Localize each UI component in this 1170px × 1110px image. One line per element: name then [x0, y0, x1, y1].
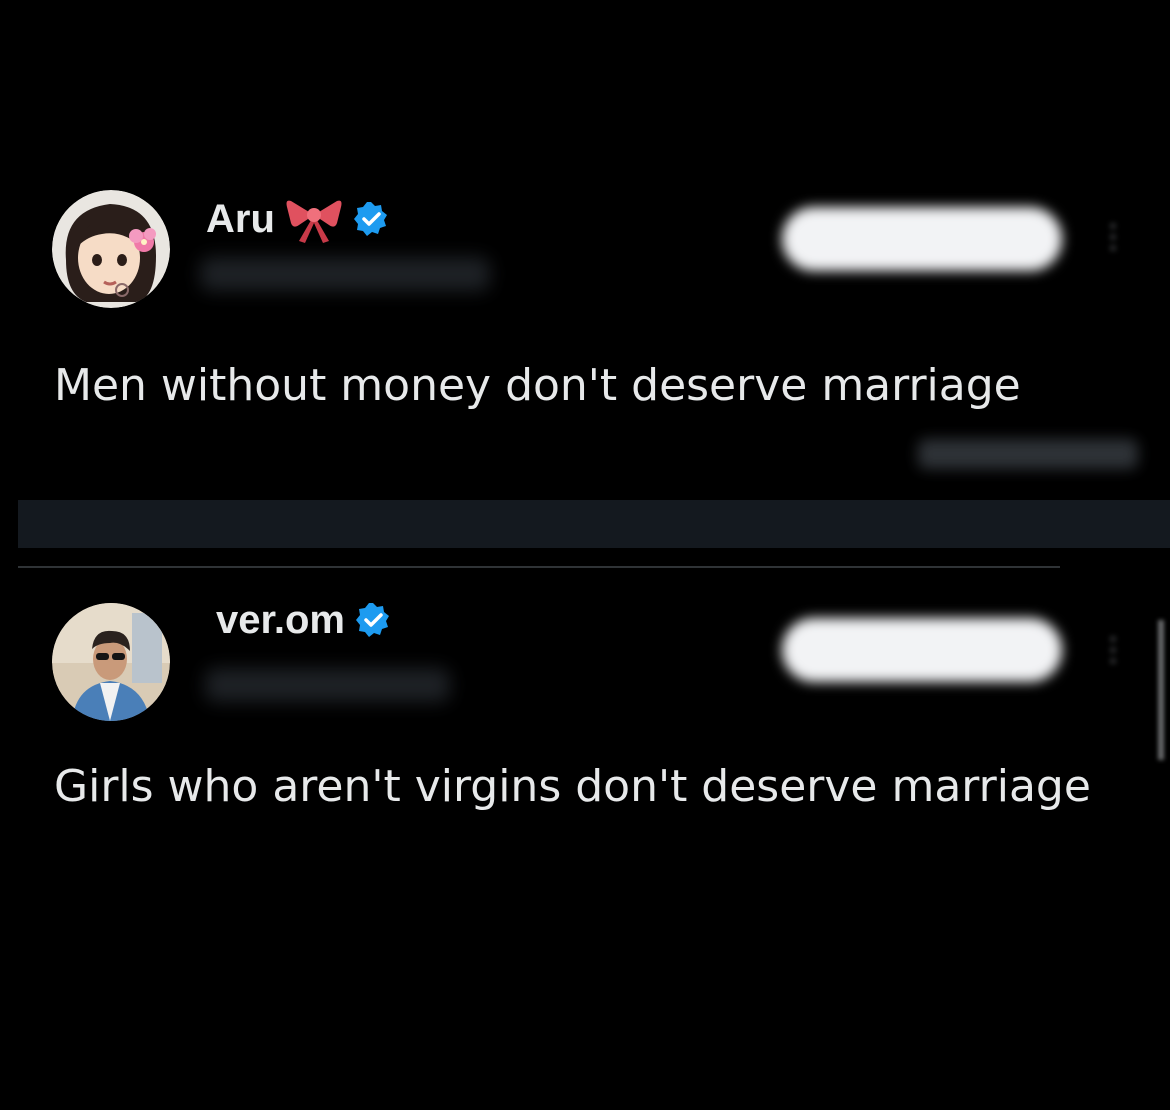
timestamp-redacted — [918, 439, 1138, 469]
display-name-text[interactable]: ver.om — [216, 600, 345, 640]
handle-redacted — [205, 668, 450, 702]
avatar[interactable] — [52, 603, 170, 721]
cartoon-girl-avatar-icon — [52, 190, 170, 308]
scroll-edge — [1158, 620, 1164, 760]
display-name-text[interactable]: Aru — [206, 199, 275, 239]
more-options-icon[interactable] — [1108, 223, 1118, 259]
handle-redacted — [200, 257, 490, 291]
verified-badge-icon — [355, 603, 389, 637]
man-photo-avatar-icon — [52, 603, 170, 721]
bow-icon — [286, 200, 342, 243]
verified-badge-icon — [353, 202, 387, 236]
divider — [18, 566, 1060, 568]
follow-button[interactable] — [782, 207, 1062, 271]
display-name[interactable]: Aru — [206, 193, 389, 245]
avatar[interactable] — [52, 190, 170, 308]
follow-button[interactable] — [782, 618, 1062, 682]
more-options-icon[interactable] — [1108, 636, 1118, 672]
tweet-text: Men without money don't deserve marriage — [54, 360, 1021, 411]
separator-band — [18, 500, 1170, 548]
display-name[interactable]: ver.om — [216, 600, 391, 640]
tweet-text: Girls who aren't virgins don't deserve m… — [54, 761, 1091, 812]
